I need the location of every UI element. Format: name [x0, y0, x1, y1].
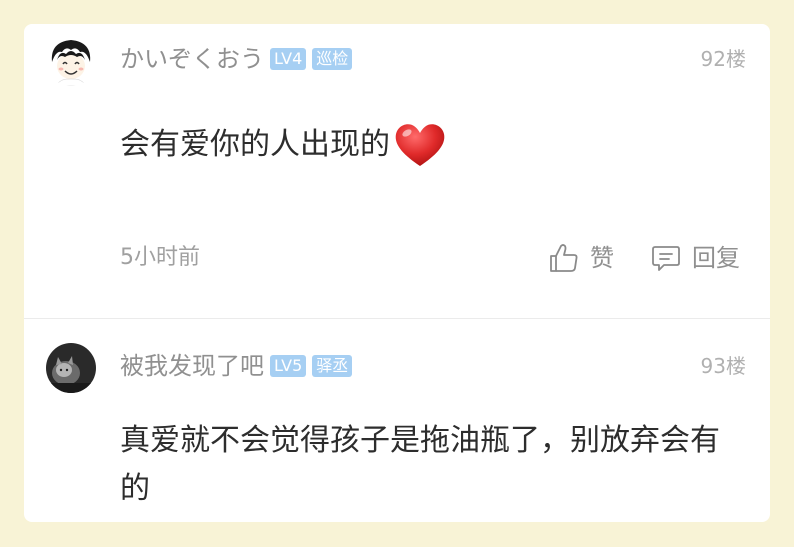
level-badge: LV5 — [270, 355, 307, 377]
reply-button[interactable]: 回复 — [650, 240, 740, 276]
like-button[interactable]: 赞 — [548, 240, 614, 276]
reply-label: 回复 — [692, 244, 740, 272]
heart-emoji — [392, 120, 448, 170]
avatar[interactable] — [46, 343, 96, 393]
floor-number: 92楼 — [700, 47, 746, 71]
level-badge: LV4 — [270, 48, 307, 70]
comment-item: 被我发现了吧 LV5 驿丞 93楼 真爱就不会觉得孩子是拖油瓶了，别放弃会有的 — [24, 319, 770, 522]
role-badge: 巡检 — [312, 48, 353, 70]
comment-card: かいぞくおう LV4 巡检 92楼 会有爱你的人出现的 5小时前 赞 回复 被我… — [24, 24, 770, 522]
timestamp: 5小时前 — [120, 245, 200, 270]
comment-header: 被我发现了吧 LV5 驿丞 — [120, 352, 353, 380]
like-label: 赞 — [590, 244, 614, 272]
floor-number: 93楼 — [700, 354, 746, 378]
username[interactable]: かいぞくおう — [120, 45, 264, 73]
comment-text-container: 会有爱你的人出现的 — [120, 120, 448, 170]
comment-icon — [652, 246, 680, 271]
comment-header: かいぞくおう LV4 巡检 — [120, 45, 353, 73]
comment-footer: 5小时前 赞 回复 — [120, 240, 746, 276]
comment-text: 会有爱你的人出现的 — [120, 127, 390, 162]
avatar[interactable] — [46, 36, 96, 86]
comment-item: かいぞくおう LV4 巡检 92楼 会有爱你的人出现的 5小时前 赞 回复 — [24, 24, 770, 318]
comment-text: 真爱就不会觉得孩子是拖油瓶了，别放弃会有的 — [120, 423, 720, 506]
role-badge: 驿丞 — [312, 355, 353, 377]
thumbs-up-icon — [550, 244, 578, 272]
username[interactable]: 被我发现了吧 — [120, 352, 264, 380]
